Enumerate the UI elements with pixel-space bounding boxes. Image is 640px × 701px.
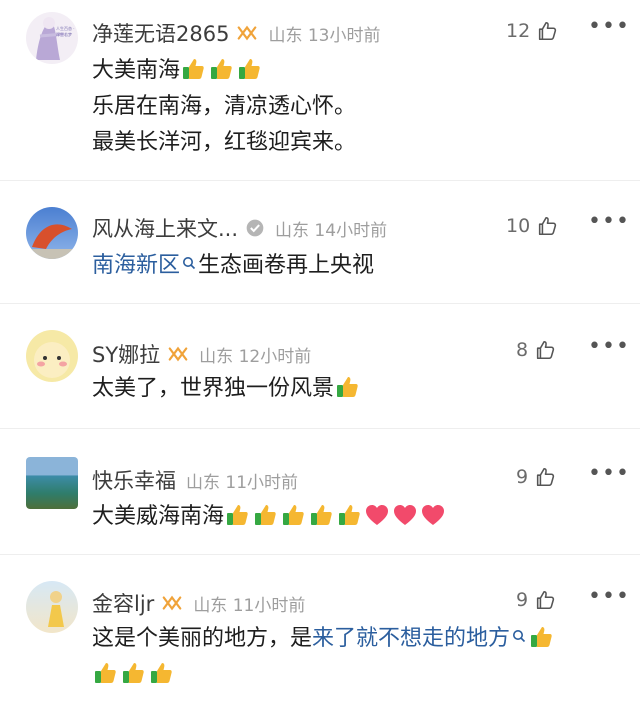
thumbs-up-outline-icon	[536, 467, 555, 487]
comment-item: 快乐幸福 山东 11小时前 9 ••• 大美威海南海	[0, 429, 640, 555]
badge-icon	[168, 346, 188, 362]
thumbs-up-emoji-icon	[180, 56, 206, 82]
thumbs-up-emoji-icon	[334, 374, 360, 400]
avatar[interactable]	[26, 330, 78, 382]
thumbs-up-emoji-icon	[252, 502, 278, 528]
like-button[interactable]: 9	[516, 589, 556, 611]
badge-icon	[238, 25, 257, 41]
thumbs-up-emoji-icon	[336, 502, 362, 528]
thumbs-up-outline-icon	[536, 590, 555, 610]
comment-text: 大美威海南海	[92, 499, 622, 535]
thumbs-up-emoji-icon	[148, 660, 174, 686]
more-options-button[interactable]: •••	[588, 14, 630, 39]
avatar[interactable]	[26, 581, 78, 633]
thumbs-up-emoji-icon	[224, 502, 250, 528]
more-options-button[interactable]: •••	[588, 209, 630, 234]
thumbs-up-outline-icon	[536, 340, 555, 360]
search-link[interactable]: 南海新区	[92, 253, 180, 278]
search-icon[interactable]	[182, 256, 196, 270]
heart-emoji-icon	[392, 502, 418, 528]
comment-text: 这是个美丽的地方，是来了就不想走的地方	[92, 621, 622, 693]
thumbs-up-emoji-icon	[208, 56, 234, 82]
like-count: 8	[516, 339, 529, 361]
heart-emoji-icon	[420, 502, 446, 528]
verified-icon	[246, 219, 264, 237]
comment-meta: 山东 11小时前	[186, 472, 299, 493]
thumbs-up-outline-icon	[539, 21, 557, 41]
comment-line: 大美南海	[92, 58, 181, 83]
thumbs-up-emoji-icon	[280, 502, 306, 528]
like-count: 10	[506, 215, 531, 237]
comment-item: 人生百态 · 浮生若梦 净莲无语2865 山东 13小时前 12 ••• 大美南…	[0, 0, 640, 181]
comment-item: SY娜拉 山东 12小时前 8 ••• 太美了，世界独一份风景	[0, 304, 640, 429]
comment-item: 风从海上来文... 山东 14小时前 10 ••• 南海新区 生态画卷再上央视	[0, 181, 640, 304]
avatar-caption: 人生百态 · 浮生若梦	[56, 26, 75, 37]
username[interactable]: 金容ljr	[92, 588, 154, 618]
username[interactable]: SY娜拉	[92, 339, 160, 369]
avatar[interactable]	[26, 207, 78, 259]
username[interactable]: 快乐幸福	[92, 465, 176, 495]
comment-meta: 山东 13小时前	[268, 25, 381, 46]
like-button[interactable]: 9	[516, 466, 556, 488]
more-options-button[interactable]: •••	[588, 584, 630, 609]
like-button[interactable]: 12	[506, 20, 558, 42]
comment-text: 大美南海 乐居在南海，清凉透心怀。 最美长洋河，红毯迎宾来。	[92, 53, 622, 161]
like-count: 12	[506, 20, 531, 42]
search-link[interactable]: 来了就不想走的地方	[312, 626, 510, 651]
comment-text: 太美了，世界独一份风景	[92, 371, 622, 407]
more-options-button[interactable]: •••	[588, 334, 630, 359]
like-button[interactable]: 10	[506, 215, 558, 237]
comment-meta: 山东 12小时前	[199, 346, 312, 367]
thumbs-up-emoji-icon	[236, 56, 262, 82]
thumbs-up-emoji-icon	[528, 624, 554, 650]
comment-line: 太美了，世界独一份风景	[92, 376, 335, 401]
comment-text: 南海新区 生态画卷再上央视	[92, 248, 622, 284]
comment-meta: 山东 14小时前	[275, 220, 388, 241]
thumbs-up-emoji-icon	[120, 660, 146, 686]
thumbs-up-outline-icon	[539, 216, 557, 236]
search-icon[interactable]	[512, 629, 526, 643]
comment-meta: 山东 11小时前	[193, 595, 306, 616]
comment-line: 大美威海南海	[92, 504, 225, 529]
comment-line: 生态画卷再上央视	[198, 253, 375, 278]
comment-line: 这是个美丽的地方，是	[92, 626, 313, 651]
badge-icon	[162, 595, 182, 611]
like-button[interactable]: 8	[516, 339, 556, 361]
thumbs-up-emoji-icon	[92, 660, 118, 686]
comment-item: 金容ljr 山东 11小时前 9 ••• 这是个美丽的地方，是来了就不想走的地方	[0, 555, 640, 701]
avatar[interactable]	[26, 457, 78, 509]
username[interactable]: 风从海上来文...	[92, 213, 238, 243]
like-count: 9	[516, 466, 529, 488]
heart-emoji-icon	[364, 502, 390, 528]
avatar[interactable]: 人生百态 · 浮生若梦	[26, 12, 78, 64]
comment-line: 乐居在南海，清凉透心怀。	[92, 94, 357, 119]
like-count: 9	[516, 589, 529, 611]
username[interactable]: 净莲无语2865	[92, 18, 229, 48]
comment-line: 最美长洋河，红毯迎宾来。	[92, 130, 357, 155]
more-options-button[interactable]: •••	[588, 461, 630, 486]
thumbs-up-emoji-icon	[308, 502, 334, 528]
